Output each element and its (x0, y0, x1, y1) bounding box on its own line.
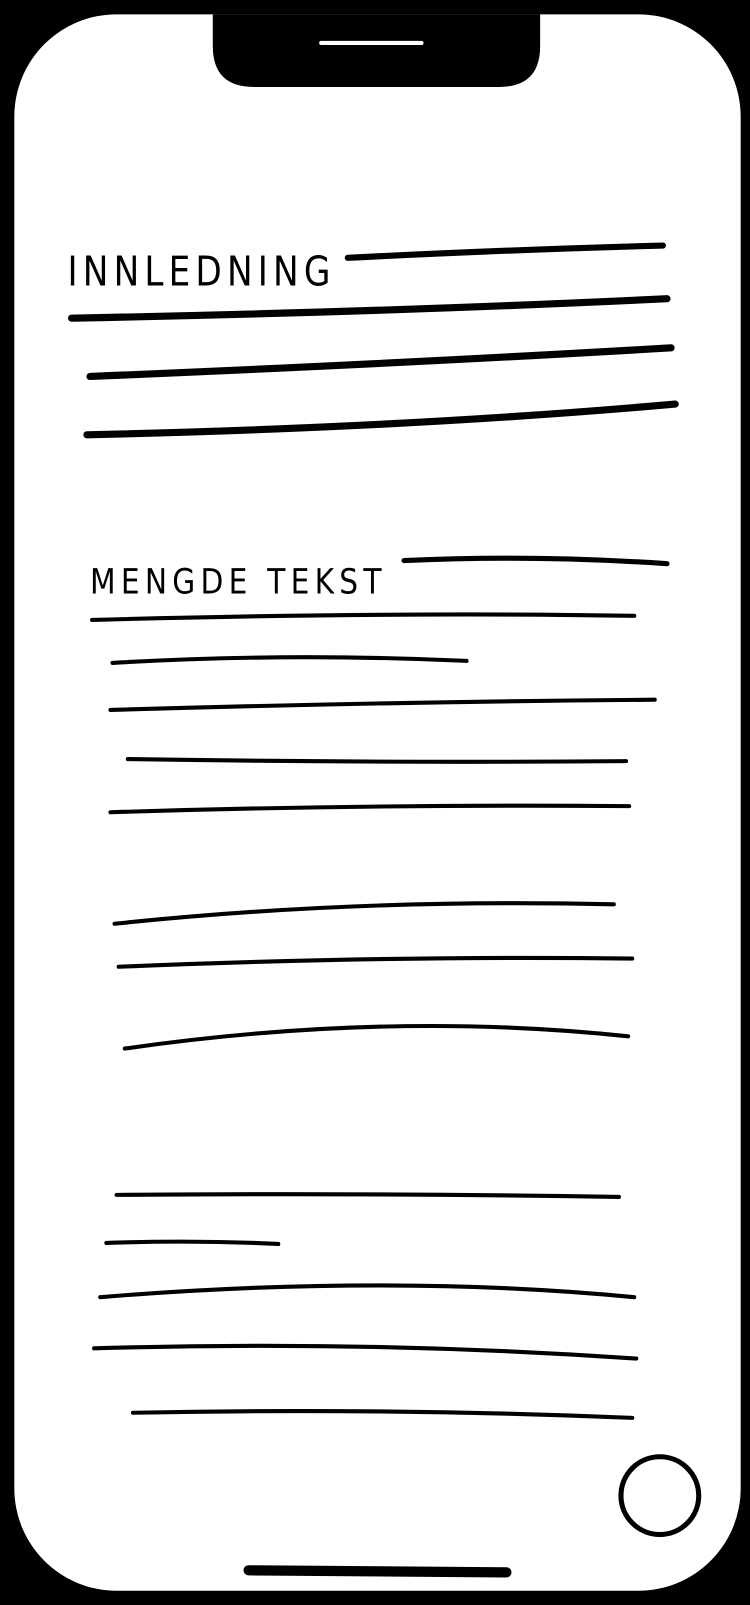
home-bar-icon[interactable] (243, 1565, 512, 1578)
heading-body: MENGDE TEKST (90, 562, 387, 602)
text-line (104, 1239, 281, 1247)
heading-intro: INNLEDNING (68, 247, 336, 295)
phone-wireframe: INNLEDNING MENGDE TEKST (0, 0, 750, 1605)
notch (212, 14, 541, 87)
